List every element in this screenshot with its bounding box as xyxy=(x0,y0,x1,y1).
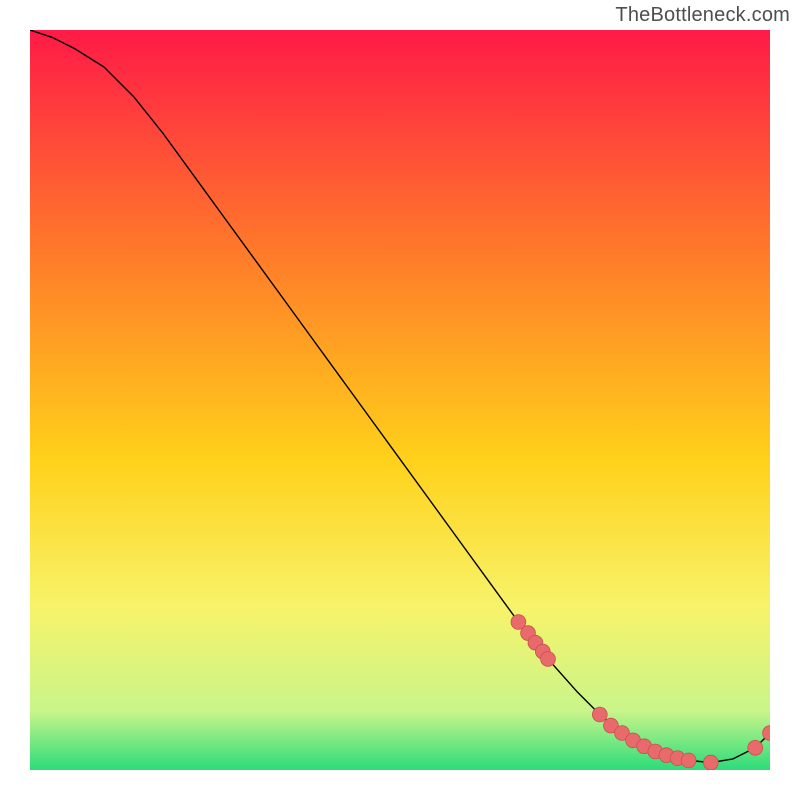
data-point-marker xyxy=(748,740,763,755)
plot-area xyxy=(30,30,770,770)
data-point-marker xyxy=(541,652,556,667)
gradient-background xyxy=(30,30,770,770)
data-point-marker xyxy=(703,755,718,770)
chart-container: TheBottleneck.com xyxy=(0,0,800,800)
chart-svg xyxy=(30,30,770,770)
data-point-marker xyxy=(592,707,607,722)
attribution-watermark: TheBottleneck.com xyxy=(615,4,790,27)
data-point-marker xyxy=(681,753,696,768)
